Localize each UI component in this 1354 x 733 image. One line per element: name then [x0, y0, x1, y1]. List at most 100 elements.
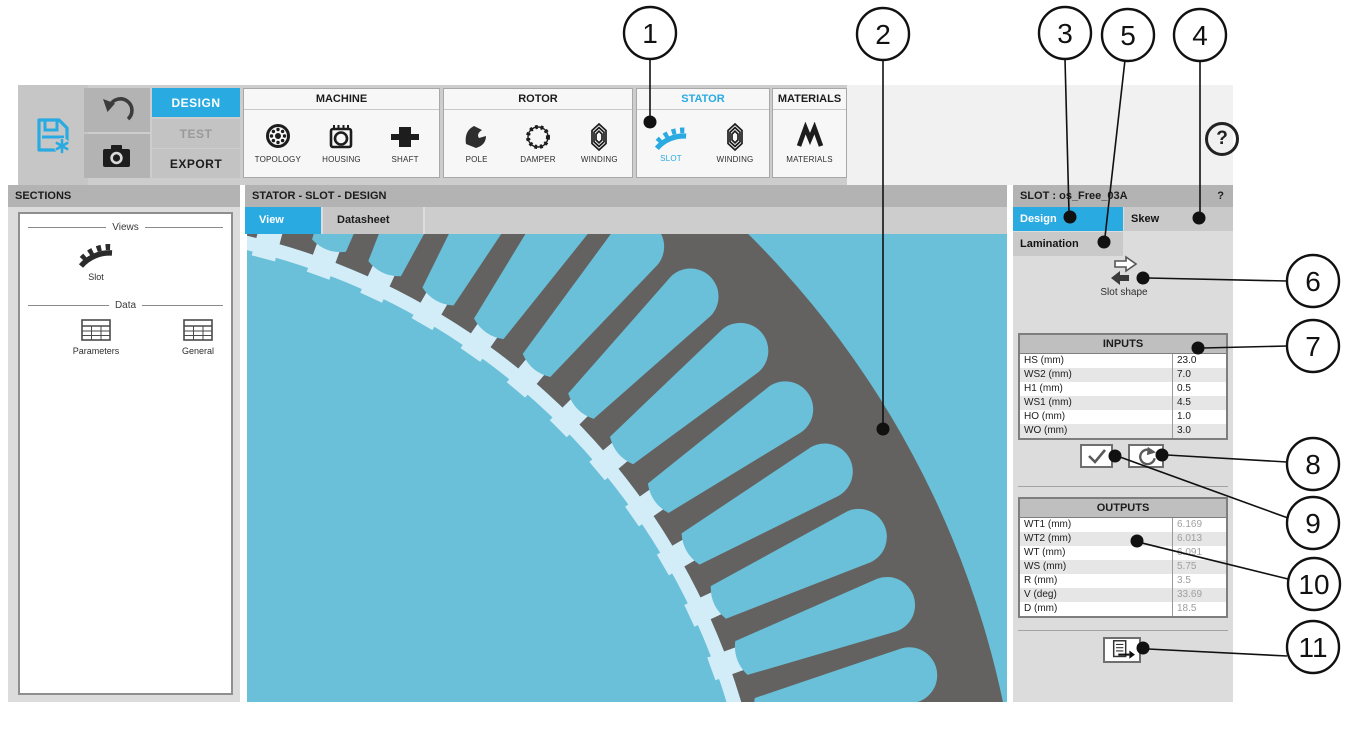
stator-winding-button[interactable]: WINDING [709, 122, 761, 164]
sections-box: Views Slot Data Parameters [18, 212, 233, 695]
sections-panel-title: SECTIONS [8, 185, 240, 207]
camera-button[interactable] [84, 134, 150, 178]
shaft-button[interactable]: SHAFT [379, 122, 431, 164]
materials-button[interactable]: MATERIALS [784, 122, 836, 164]
table-row: WT2 (mm)6.013 [1020, 532, 1226, 546]
tab-skew[interactable]: Skew [1124, 207, 1233, 231]
data-separator: Data [28, 300, 223, 311]
main-tab-bar: View Datasheet [245, 207, 1007, 234]
save-button[interactable] [18, 85, 88, 185]
apply-button[interactable] [1080, 444, 1113, 468]
rotor-winding-label: WINDING [581, 155, 618, 164]
save-icon [31, 113, 75, 157]
slot-icon [654, 123, 688, 151]
pole-icon [462, 122, 492, 152]
table-row: WO (mm)3.0 [1020, 424, 1226, 438]
damper-button[interactable]: DAMPER [512, 122, 564, 164]
tab-view[interactable]: View [245, 207, 323, 234]
reset-icon [1135, 446, 1157, 466]
table-row: WT1 (mm)6.169 [1020, 518, 1226, 532]
housing-icon [325, 122, 357, 152]
winding-icon [584, 122, 614, 152]
table-row: D (mm)18.5 [1020, 602, 1226, 616]
toolbar-background-right [847, 85, 1233, 185]
group-title-rotor: ROTOR [444, 89, 632, 110]
topology-button[interactable]: TOPOLOGY [252, 122, 304, 164]
shaft-icon [389, 122, 421, 152]
stator-cross-section-view[interactable] [247, 234, 1007, 702]
toolbar-group-rotor: ROTOR POLE DAMPER [443, 88, 633, 178]
table-row: HS (mm)23.0 [1020, 354, 1226, 368]
parameters-label: Parameters [73, 346, 120, 356]
pole-button[interactable]: POLE [451, 122, 503, 164]
table-row: HO (mm)1.0 [1020, 410, 1226, 424]
group-title-machine: MACHINE [244, 89, 439, 110]
export-slot-button[interactable] [1103, 637, 1141, 663]
slot-panel-titlebar: SLOT : os_Free_03A ? [1013, 185, 1233, 207]
slot-icon [77, 240, 115, 268]
damper-icon [523, 122, 553, 152]
topology-label: TOPOLOGY [255, 155, 301, 164]
design-button[interactable]: DESIGN [152, 88, 240, 117]
table-row: V (deg)33.69 [1020, 588, 1226, 602]
slot-panel-title: SLOT : os_Free_03A [1020, 185, 1128, 207]
stator-lamination-graphic [247, 234, 1007, 702]
slot-view-label: Slot [88, 272, 104, 282]
reset-button[interactable] [1128, 444, 1164, 468]
table-row: H1 (mm)0.5 [1020, 382, 1226, 396]
callout-number-4: 4 [1192, 20, 1208, 51]
tab-lamination[interactable]: Lamination [1013, 232, 1123, 256]
rotor-winding-button[interactable]: WINDING [573, 122, 625, 164]
inputs-table: INPUTS HS (mm)23.0 WS2 (mm)7.0 H1 (mm)0.… [1018, 333, 1228, 440]
inputs-table-title: INPUTS [1020, 335, 1226, 354]
topology-icon [262, 122, 294, 152]
table-row: WS1 (mm)4.5 [1020, 396, 1226, 410]
undo-icon [100, 95, 134, 125]
stator-slot-label: SLOT [660, 154, 682, 163]
slot-shape-label: Slot shape [1100, 287, 1147, 298]
sidebar-item-general[interactable]: General [148, 318, 248, 356]
tab-design[interactable]: Design [1013, 207, 1123, 231]
slot-shape-button[interactable]: Slot shape [1095, 255, 1153, 301]
panel-help-icon[interactable]: ? [1217, 185, 1224, 207]
general-label: General [182, 346, 214, 356]
sidebar-item-parameters[interactable]: Parameters [46, 318, 146, 356]
table-row: WS2 (mm)7.0 [1020, 368, 1226, 382]
damper-label: DAMPER [520, 155, 555, 164]
export-button[interactable]: EXPORT [152, 149, 240, 178]
callout-number-10: 10 [1298, 569, 1329, 600]
materials-label: MATERIALS [786, 155, 833, 164]
table-row: WS (mm)5.75 [1020, 560, 1226, 574]
tab-datasheet[interactable]: Datasheet [323, 207, 425, 234]
slot-shape-icon [1107, 255, 1141, 285]
group-title-materials: MATERIALS [773, 89, 846, 110]
divider [1018, 486, 1228, 487]
callout-number-6: 6 [1305, 266, 1321, 297]
callout-number-9: 9 [1305, 508, 1321, 539]
toolbar-group-stator: STATOR SLOT WINDING [636, 88, 770, 178]
application-window: DESIGN TEST EXPORT MACHINE TOPOLOGY [0, 0, 1354, 733]
callout-number-7: 7 [1305, 331, 1321, 362]
housing-button[interactable]: HOUSING [315, 122, 367, 164]
test-button[interactable]: TEST [152, 119, 240, 148]
help-question-mark: ? [1216, 128, 1228, 150]
table-row: WT (mm)6.091 [1020, 546, 1226, 560]
sidebar-item-slot-view[interactable]: Slot [60, 240, 132, 282]
toolbar-group-materials: MATERIALS MATERIALS [772, 88, 847, 178]
views-separator: Views [28, 222, 223, 233]
checkmark-icon [1085, 446, 1109, 466]
group-title-stator: STATOR [637, 89, 769, 110]
help-button[interactable]: ? [1205, 122, 1239, 156]
callout-number-2: 2 [875, 19, 891, 50]
stator-slot-button[interactable]: SLOT [645, 123, 697, 163]
callout-number-5: 5 [1120, 20, 1136, 51]
data-label: Data [109, 300, 142, 311]
outputs-table: OUTPUTS WT1 (mm)6.169 WT2 (mm)6.013 WT (… [1018, 497, 1228, 618]
callout-number-11: 11 [1298, 632, 1327, 663]
table-icon [182, 318, 214, 342]
shaft-label: SHAFT [392, 155, 419, 164]
views-label: Views [106, 222, 145, 233]
undo-button[interactable] [84, 88, 150, 132]
export-document-icon [1107, 638, 1137, 662]
outputs-table-title: OUTPUTS [1020, 499, 1226, 518]
